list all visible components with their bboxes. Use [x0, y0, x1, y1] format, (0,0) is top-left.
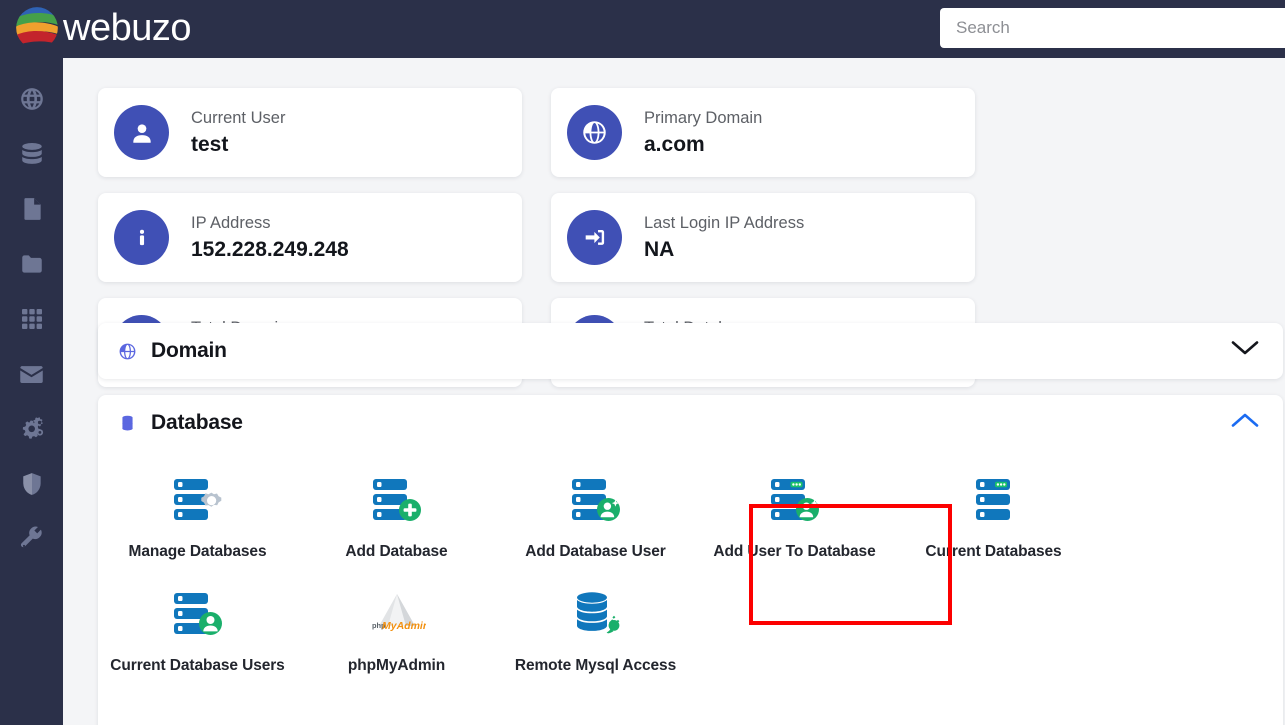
sidebar-item-tools[interactable]	[0, 514, 63, 569]
app-item-label: Current Databases	[925, 541, 1061, 563]
login-arrow-icon	[567, 210, 622, 265]
stat-card-label: Current User	[191, 107, 285, 129]
app-item-add-database[interactable]: Add Database	[297, 459, 496, 573]
app-item-current-databases[interactable]: Current Databases	[894, 459, 1093, 573]
file-icon	[19, 196, 45, 227]
app-item-label: Add Database	[345, 541, 447, 563]
server-gear-icon	[170, 473, 226, 529]
database-icon	[19, 141, 45, 172]
globe-icon	[567, 105, 622, 160]
user-icon	[114, 105, 169, 160]
grid-icon	[20, 307, 44, 336]
app-item-label: Remote Mysql Access	[515, 655, 676, 677]
sidebar-item-advanced[interactable]	[0, 404, 63, 459]
app-item-label: phpMyAdmin	[348, 655, 445, 677]
chevron-down-icon[interactable]	[1231, 340, 1259, 362]
sidebar-item-files[interactable]	[0, 184, 63, 239]
database-icon	[116, 414, 138, 433]
panel-title: Database	[151, 411, 243, 435]
stat-card-value: a.com	[644, 131, 762, 159]
envelope-icon	[18, 361, 45, 393]
globe-icon	[116, 342, 138, 361]
panel-database: Database	[98, 395, 1283, 725]
app-item-label: Add Database User	[525, 541, 665, 563]
stat-card-value: NA	[644, 236, 804, 264]
info-icon	[114, 210, 169, 265]
panel-database-header[interactable]: Database	[98, 395, 1283, 451]
stat-card-primary-domain: Primary Domain a.com	[551, 88, 975, 177]
brand[interactable]: webuzo	[14, 5, 191, 51]
stat-card-value: test	[191, 131, 285, 159]
globe-icon	[19, 86, 45, 117]
shield-icon	[19, 471, 45, 502]
gears-icon	[18, 415, 46, 448]
app-item-current-database-users[interactable]: Current Database Users	[98, 573, 297, 687]
server-icon	[966, 473, 1022, 529]
server-user-icon	[170, 587, 226, 643]
sidebar-item-security[interactable]	[0, 459, 63, 514]
sidebar-item-file-manager[interactable]	[0, 239, 63, 294]
server-plus-icon	[369, 473, 425, 529]
panel-domain-header[interactable]: Domain	[98, 323, 1283, 379]
brand-name: webuzo	[63, 5, 191, 51]
phpmyadmin-logo: php MyAdmin	[368, 587, 426, 643]
panel-domain: Domain	[98, 323, 1283, 379]
stat-card-last-login-ip: Last Login IP Address NA	[551, 193, 975, 282]
app-item-label: Manage Databases	[129, 541, 267, 563]
app-item-label: Add User To Database	[713, 541, 875, 563]
server-user-add-icon	[767, 473, 823, 529]
search-input[interactable]	[940, 8, 1285, 48]
app-item-add-user-to-database[interactable]: Add User To Database	[695, 459, 894, 573]
sidebar	[0, 58, 63, 725]
stat-card-ip-address: IP Address 152.228.249.248	[98, 193, 522, 282]
panel-title: Domain	[151, 339, 227, 363]
top-bar: webuzo	[0, 0, 1285, 58]
stat-card-label: Primary Domain	[644, 107, 762, 129]
wrench-icon	[19, 526, 45, 557]
sidebar-item-databases[interactable]	[0, 129, 63, 184]
database-app-grid: Manage Databases Add	[98, 451, 1283, 687]
sidebar-item-domains[interactable]	[0, 74, 63, 129]
chevron-up-icon[interactable]	[1231, 412, 1259, 434]
main-content: Current User test Primary Domain a.com I…	[63, 58, 1285, 725]
app-item-remote-mysql-access[interactable]: Remote Mysql Access	[496, 573, 695, 687]
sidebar-item-apps[interactable]	[0, 294, 63, 349]
stat-card-current-user: Current User test	[98, 88, 522, 177]
app-item-manage-databases[interactable]: Manage Databases	[98, 459, 297, 573]
app-item-label: Current Database Users	[110, 655, 284, 677]
folder-icon	[19, 251, 45, 282]
database-plug-icon	[568, 587, 624, 643]
app-item-add-database-user[interactable]: Add Database User	[496, 459, 695, 573]
stat-card-value: 152.228.249.248	[191, 236, 349, 264]
webuzo-swirl-logo	[14, 5, 60, 51]
server-user-add-icon	[568, 473, 624, 529]
app-item-phpmyadmin[interactable]: php MyAdmin phpMyAdmin	[297, 573, 496, 687]
stat-card-label: IP Address	[191, 212, 349, 234]
stat-card-label: Last Login IP Address	[644, 212, 804, 234]
svg-text:MyAdmin: MyAdmin	[382, 620, 426, 632]
sidebar-item-email[interactable]	[0, 349, 63, 404]
